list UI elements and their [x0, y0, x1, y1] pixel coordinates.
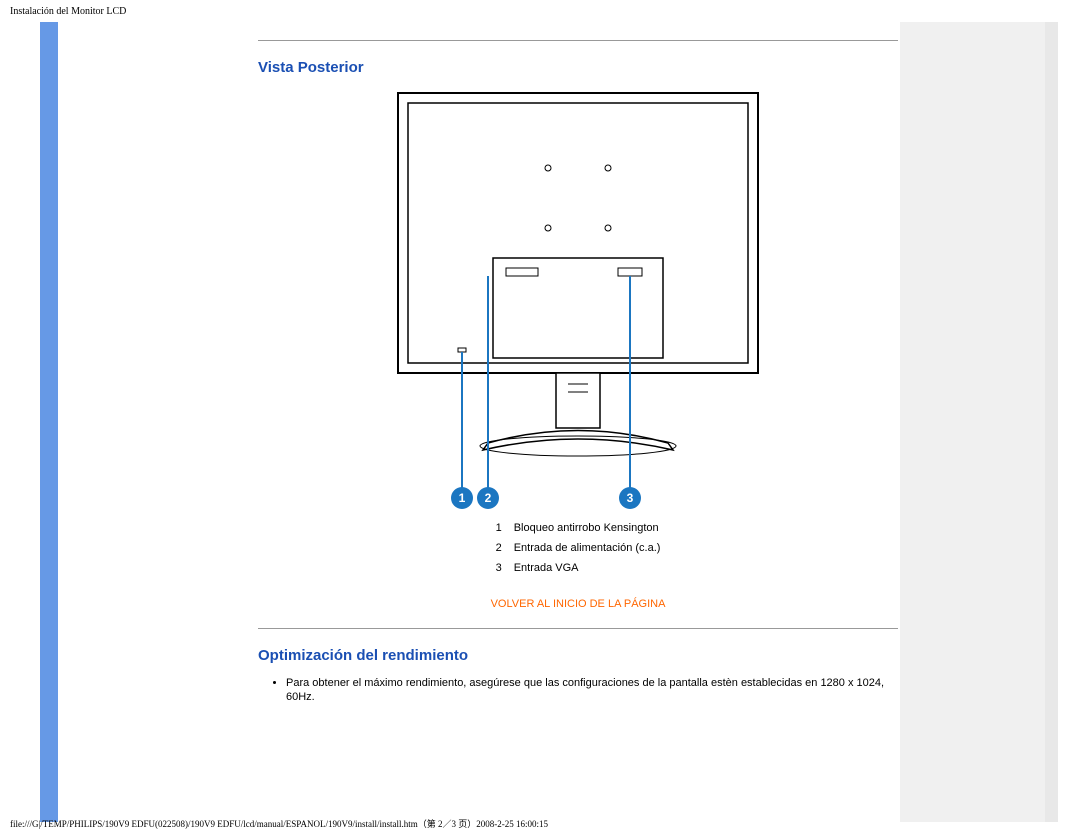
divider-top	[258, 40, 898, 41]
performance-list: Para obtener el máximo rendimiento, aseg…	[258, 676, 898, 705]
monitor-rear-diagram: 1 2 3	[338, 88, 818, 518]
legend-label: Entrada VGA	[508, 558, 667, 578]
return-to-top-link[interactable]: VOLVER AL INICIO DE LA PÁGINA	[258, 598, 898, 610]
legend-label: Bloqueo antirrobo Kensington	[508, 518, 667, 538]
section-title-performance: Optimización del rendimiento	[258, 647, 898, 664]
legend-num: 3	[490, 558, 508, 578]
page-header-title: Instalación del Monitor LCD	[10, 6, 126, 17]
legend-row: 1 Bloqueo antirrobo Kensington	[490, 518, 667, 538]
right-gray-column	[900, 22, 1045, 822]
rear-view-legend: 1 Bloqueo antirrobo Kensington 2 Entrada…	[490, 518, 667, 578]
svg-text:1: 1	[459, 491, 466, 505]
legend-row: 3 Entrada VGA	[490, 558, 667, 578]
main-content: Vista Posterior 1 2 3	[258, 22, 898, 709]
right-decorative-stripe	[1045, 22, 1058, 822]
svg-text:2: 2	[485, 491, 492, 505]
legend-row: 2 Entrada de alimentación (c.a.)	[490, 538, 667, 558]
performance-bullet: Para obtener el máximo rendimiento, aseg…	[286, 676, 898, 705]
left-decorative-stripe	[40, 22, 58, 822]
legend-num: 1	[490, 518, 508, 538]
divider-mid	[258, 628, 898, 629]
legend-num: 2	[490, 538, 508, 558]
legend-label: Entrada de alimentación (c.a.)	[508, 538, 667, 558]
section-title-rear-view: Vista Posterior	[258, 59, 898, 76]
page-footer-path: file:///G|/TEMP/PHILIPS/190V9 EDFU(02250…	[10, 817, 548, 830]
svg-text:3: 3	[627, 491, 634, 505]
